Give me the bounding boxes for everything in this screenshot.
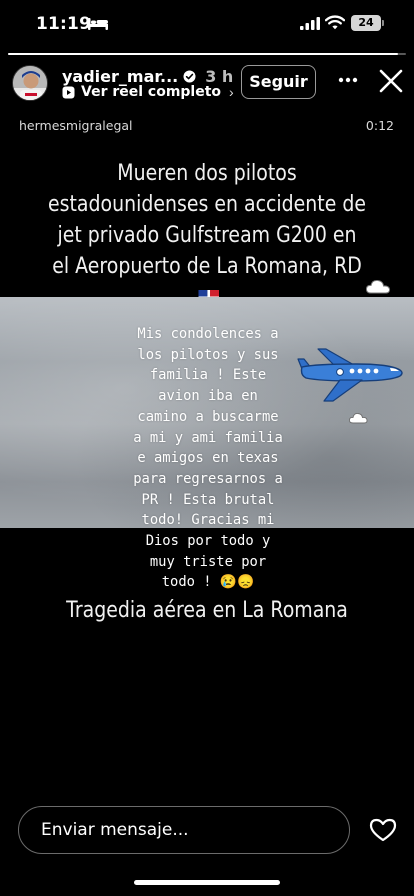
view-full-reel-link[interactable]: Ver reel completo › [62,82,234,102]
status-bar: 11:19 24 [0,0,414,48]
story-viewer[interactable]: yadier_mar... 3 h Ver reel completo › Se… [0,46,414,780]
avatar[interactable] [12,65,48,101]
chevron-right-icon: › [229,84,234,100]
view-full-reel-label[interactable]: Ver reel completo [81,84,221,100]
story-progress-fill [8,53,399,55]
bed-icon [88,18,108,30]
battery-tip [382,20,384,26]
reel-duration: 0:12 [365,118,394,133]
follow-button[interactable]: Seguir [241,65,316,99]
home-indicator[interactable] [134,880,280,885]
more-icon[interactable] [338,77,358,83]
reel-author-handle: hermesmigralegal [19,118,133,133]
reel-tagline: Tragedia aérea en La Romana [66,598,348,623]
cloud-icon-small [348,413,368,424]
close-icon[interactable] [378,68,404,94]
battery-icon: 24 [351,15,381,31]
reel-headline-text: Mueren dos pilotos estadounidenses en ac… [47,161,367,279]
cloud-icon [365,279,391,294]
wifi-icon [325,15,345,30]
story-caption: Mis condolences a los pilotos y sus fami… [133,326,283,591]
story-progress [8,53,406,55]
status-time: 11:19 [36,14,92,34]
heart-icon[interactable] [369,818,397,842]
verified-icon [183,70,196,82]
reel-headline: Mueren dos pilotos estadounidenses en ac… [48,158,366,313]
reel-icon [62,86,75,98]
avatar-image [13,66,47,100]
signal-icon [300,17,320,30]
message-input[interactable] [18,806,350,854]
